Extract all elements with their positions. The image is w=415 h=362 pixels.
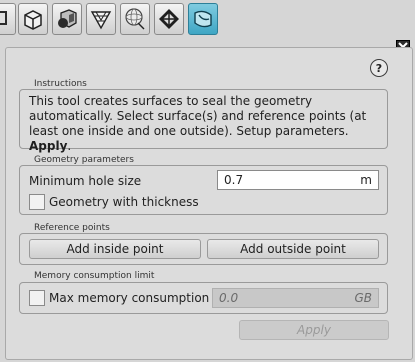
- reference-points-title: Reference points: [34, 223, 110, 233]
- hollow-cube-icon: [58, 9, 77, 28]
- min-hole-size-value: 0.7: [224, 173, 244, 187]
- sphere-mesh-icon: [125, 8, 145, 30]
- apply-button[interactable]: Apply: [239, 320, 389, 340]
- cube-wireframe-icon: [24, 10, 42, 30]
- triangle-mesh-icon: [90, 11, 112, 30]
- max-memory-label: Max memory consumption: [49, 291, 210, 305]
- patch-grid-icon: [159, 9, 179, 29]
- instructions-apply-emphasis: Apply: [29, 139, 68, 153]
- instructions-text: This tool creates surfaces to seal the g…: [29, 94, 367, 153]
- sphere-mesh-tool-button[interactable]: [120, 3, 150, 35]
- help-button[interactable]: ?: [370, 59, 388, 77]
- geometry-parameters-title: Geometry parameters: [34, 155, 134, 165]
- max-memory-unit: GB: [354, 291, 372, 305]
- min-hole-size-unit: m: [360, 173, 372, 187]
- memory-limit-title: Memory consumption limit: [34, 271, 155, 281]
- hollow-cube-tool-button[interactable]: [52, 3, 82, 35]
- cube-on-plane-icon: [0, 11, 7, 25]
- instructions-title: Instructions: [34, 79, 87, 89]
- patch-grid-tool-button[interactable]: [154, 3, 184, 35]
- seal-surface-tool-button[interactable]: [188, 3, 218, 35]
- toolbar: [0, 0, 415, 40]
- add-outside-point-button[interactable]: Add outside point: [207, 239, 379, 259]
- instructions-body: This tool creates surfaces to seal the g…: [29, 94, 367, 138]
- geometry-thickness-checkbox[interactable]: [29, 194, 45, 210]
- min-hole-size-label: Minimum hole size: [29, 174, 142, 188]
- geometry-thickness-label: Geometry with thickness: [49, 195, 199, 209]
- add-inside-point-button[interactable]: Add inside point: [29, 239, 201, 259]
- seal-surface-icon: [194, 10, 212, 28]
- cube-wireframe-tool-button[interactable]: [18, 3, 48, 35]
- max-memory-field[interactable]: 0.0 GB: [212, 288, 379, 308]
- cube-on-plane-tool-button[interactable]: [0, 3, 16, 35]
- triangle-mesh-tool-button[interactable]: [86, 3, 116, 35]
- max-memory-value: 0.0: [219, 291, 239, 305]
- max-memory-checkbox[interactable]: [29, 290, 45, 306]
- min-hole-size-field[interactable]: 0.7 m: [217, 170, 379, 190]
